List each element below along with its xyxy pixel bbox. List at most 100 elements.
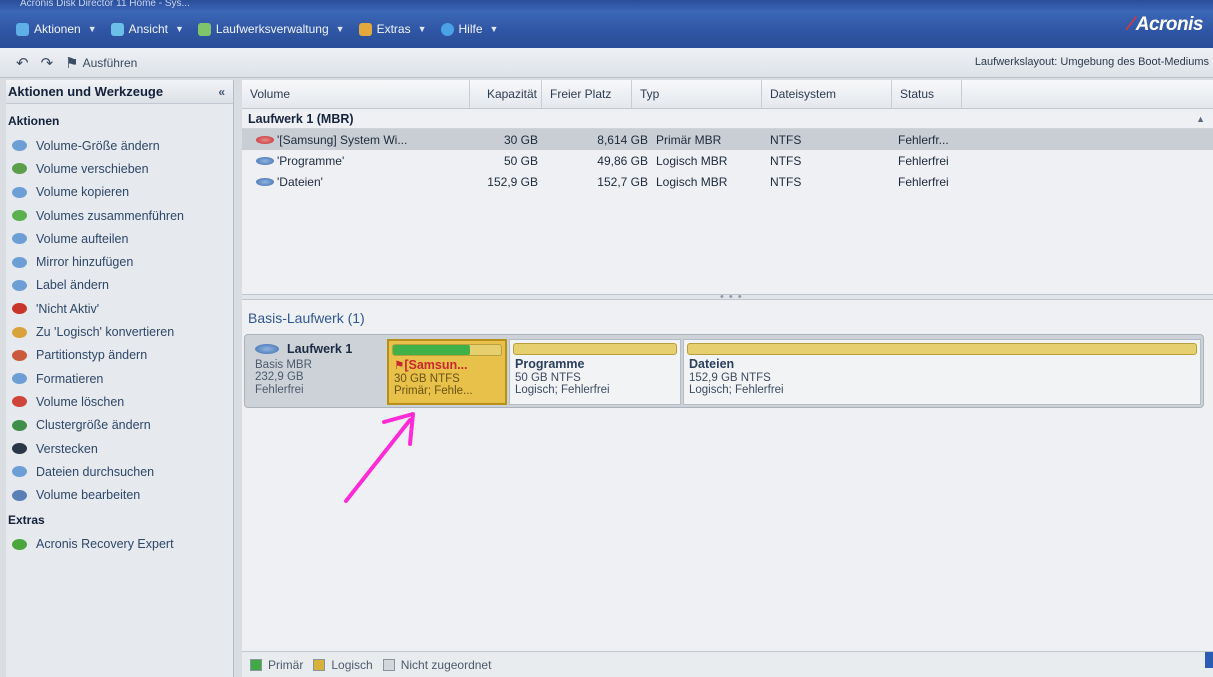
sidebar-item-label: Formatieren <box>36 371 104 386</box>
sidebar-item[interactable]: Volume löschen <box>6 390 233 413</box>
sidebar-item[interactable]: Volume bearbeiten <box>6 483 233 506</box>
collapse-up-icon[interactable]: ▲ <box>1196 114 1205 124</box>
sidebar-item[interactable]: Volume-Größe ändern <box>6 134 233 157</box>
column-free-space[interactable]: Freier Platz <box>542 80 632 108</box>
volume-row[interactable]: 'Dateien' 152,9 GB 152,7 GB Logisch MBR NTFS… <box>242 171 1213 192</box>
sidebar-item-label: Partitionstyp ändern <box>36 348 148 363</box>
chevron-down-icon: ▼ <box>174 24 184 34</box>
cell-type: Primär MBR <box>656 132 722 147</box>
chevron-down-icon: ▼ <box>417 24 427 34</box>
partition-state: Primär; Fehle... <box>394 385 473 397</box>
volume-table-header: Volume Kapazität Freier Platz Typ Dateis… <box>242 80 1213 109</box>
column-status[interactable]: Status <box>892 80 962 108</box>
change-label-icon <box>12 279 27 291</box>
partition-programme[interactable]: Programme 50 GB NTFS Logisch; Fehlerfrei <box>509 339 681 405</box>
sidebar-item-recovery-expert[interactable]: Acronis Recovery Expert <box>6 533 233 556</box>
usage-bar <box>513 343 677 355</box>
column-capacity[interactable]: Kapazität <box>470 80 542 108</box>
volume-icon <box>256 177 274 186</box>
disk-map: Laufwerk 1 Basis MBR 232,9 GB Fehlerfrei… <box>244 334 1204 408</box>
browse-files-icon <box>12 466 27 478</box>
column-type[interactable]: Typ <box>632 80 762 108</box>
window-title: Acronis Disk Director 11 Home - Sys... <box>20 0 190 9</box>
redo-button[interactable]: ↷ <box>41 54 54 72</box>
column-volume[interactable]: Volume <box>242 80 470 108</box>
partition-samsung[interactable]: ⚑[Samsun... 30 GB NTFS Primär; Fehle... <box>387 339 507 405</box>
disk-info[interactable]: Laufwerk 1 Basis MBR 232,9 GB Fehlerfrei <box>249 339 387 405</box>
disk-size: 232,9 GB <box>255 371 304 383</box>
cell-status: Fehlerfr... <box>898 132 949 147</box>
sidebar-item[interactable]: Volume aufteilen <box>6 227 233 250</box>
menu-aktionen[interactable]: Aktionen ▼ <box>16 22 97 36</box>
chevron-down-icon: ▼ <box>87 24 97 34</box>
sidebar-item-label: Volume löschen <box>36 394 125 409</box>
sidebar-item[interactable]: Label ändern <box>6 274 233 297</box>
sidebar-item-label: Volume aufteilen <box>36 231 129 246</box>
legend: Primär Logisch Nicht zugeordnet <box>242 651 1213 677</box>
sidebar-item[interactable]: Verstecken <box>6 437 233 460</box>
legend-swatch <box>250 658 262 671</box>
window-title-bar: Acronis Disk Director 11 Home - Sys... <box>0 0 1213 10</box>
basic-disk-title: Basis-Laufwerk (1) <box>248 310 365 326</box>
sidebar-item[interactable]: Mirror hinzufügen <box>6 250 233 273</box>
partition-dateien[interactable]: Dateien 152,9 GB NTFS Logisch; Fehlerfre… <box>683 339 1201 405</box>
legend-label: Logisch <box>331 657 373 672</box>
sidebar-item[interactable]: Formatieren <box>6 367 233 390</box>
convert-logical-icon <box>12 326 27 338</box>
checkered-flag-icon: ⚑ <box>65 54 79 72</box>
pane-splitter[interactable]: • • • <box>242 291 1213 303</box>
undo-button[interactable]: ↶ <box>16 54 29 72</box>
flag-icon: ⚑ <box>394 360 405 372</box>
legend-label: Nicht zugeordnet <box>400 657 492 672</box>
column-filesystem[interactable]: Dateisystem <box>762 80 892 108</box>
add-mirror-icon <box>12 256 27 268</box>
sidebar-item[interactable]: Zu 'Logisch' konvertieren <box>6 320 233 343</box>
chevron-down-icon: ▼ <box>335 24 345 34</box>
sidebar-item[interactable]: Volume verschieben <box>6 157 233 180</box>
sidebar-item[interactable]: Volume kopieren <box>6 181 233 204</box>
menu-hilfe[interactable]: Hilfe ▼ <box>440 22 498 36</box>
usage-bar-fill <box>393 345 470 355</box>
cell-capacity: 50 GB <box>503 153 538 168</box>
execute-button[interactable]: ⚑ Ausführen <box>65 54 137 72</box>
menu-extras[interactable]: Extras ▼ <box>358 22 427 36</box>
volume-name-cell: 'Programme' <box>242 154 470 168</box>
sidebar-item[interactable]: Partitionstyp ändern <box>6 344 233 367</box>
volume-row[interactable]: '[Samsung] System Wi... 30 GB 8,614 GB Prim… <box>242 129 1213 150</box>
sidebar-item-label: Mirror hinzufügen <box>36 255 134 270</box>
cell-fs: NTFS <box>770 153 802 168</box>
usage-bar <box>392 344 502 356</box>
view-icon <box>110 22 124 36</box>
menu-hilfe-label: Hilfe <box>458 22 483 36</box>
help-icon <box>440 22 454 36</box>
volume-name: 'Dateien' <box>277 174 323 189</box>
tools-icon <box>358 22 372 36</box>
sidebar-item[interactable]: Dateien durchsuchen <box>6 460 233 483</box>
legend-swatch <box>382 658 395 671</box>
copy-volume-icon <box>12 186 27 198</box>
format-icon <box>12 373 27 385</box>
menu-ansicht-label: Ansicht <box>128 22 168 36</box>
legend-primary: Primär <box>250 658 303 672</box>
cell-status: Fehlerfrei <box>898 174 949 189</box>
delete-volume-icon <box>12 396 27 408</box>
cell-free: 8,614 GB <box>597 132 648 147</box>
sidebar-item[interactable]: 'Nicht Aktiv' <box>6 297 233 320</box>
menu-ansicht[interactable]: Ansicht ▼ <box>110 22 184 36</box>
sidebar-item-label: Volumes zusammenführen <box>36 208 184 223</box>
sidebar-item[interactable]: Volumes zusammenführen <box>6 204 233 227</box>
cell-capacity: 30 GB <box>503 132 538 147</box>
execute-label: Ausführen <box>82 55 138 70</box>
disk-group-row[interactable]: Laufwerk 1 (MBR) ▲ <box>242 109 1213 129</box>
menu-bar: Aktionen ▼ Ansicht ▼ Laufwerksverwaltung… <box>0 10 1213 48</box>
collapse-icon[interactable]: « <box>218 85 225 99</box>
partition-state: Logisch; Fehlerfrei <box>689 384 784 396</box>
sidebar-item[interactable]: Clustergröße ändern <box>6 414 233 437</box>
menu-laufwerksverwaltung[interactable]: Laufwerksverwaltung ▼ <box>197 22 345 36</box>
volume-row[interactable]: 'Programme' 50 GB 49,86 GB Logisch MBR NTFS F… <box>242 150 1213 171</box>
set-inactive-icon <box>12 303 27 315</box>
partition-type-icon <box>12 349 27 361</box>
actions-sidebar: Aktionen und Werkzeuge « Aktionen Volume… <box>6 80 234 677</box>
menu-aktionen-label: Aktionen <box>34 22 81 36</box>
recovery-expert-icon <box>12 538 27 550</box>
